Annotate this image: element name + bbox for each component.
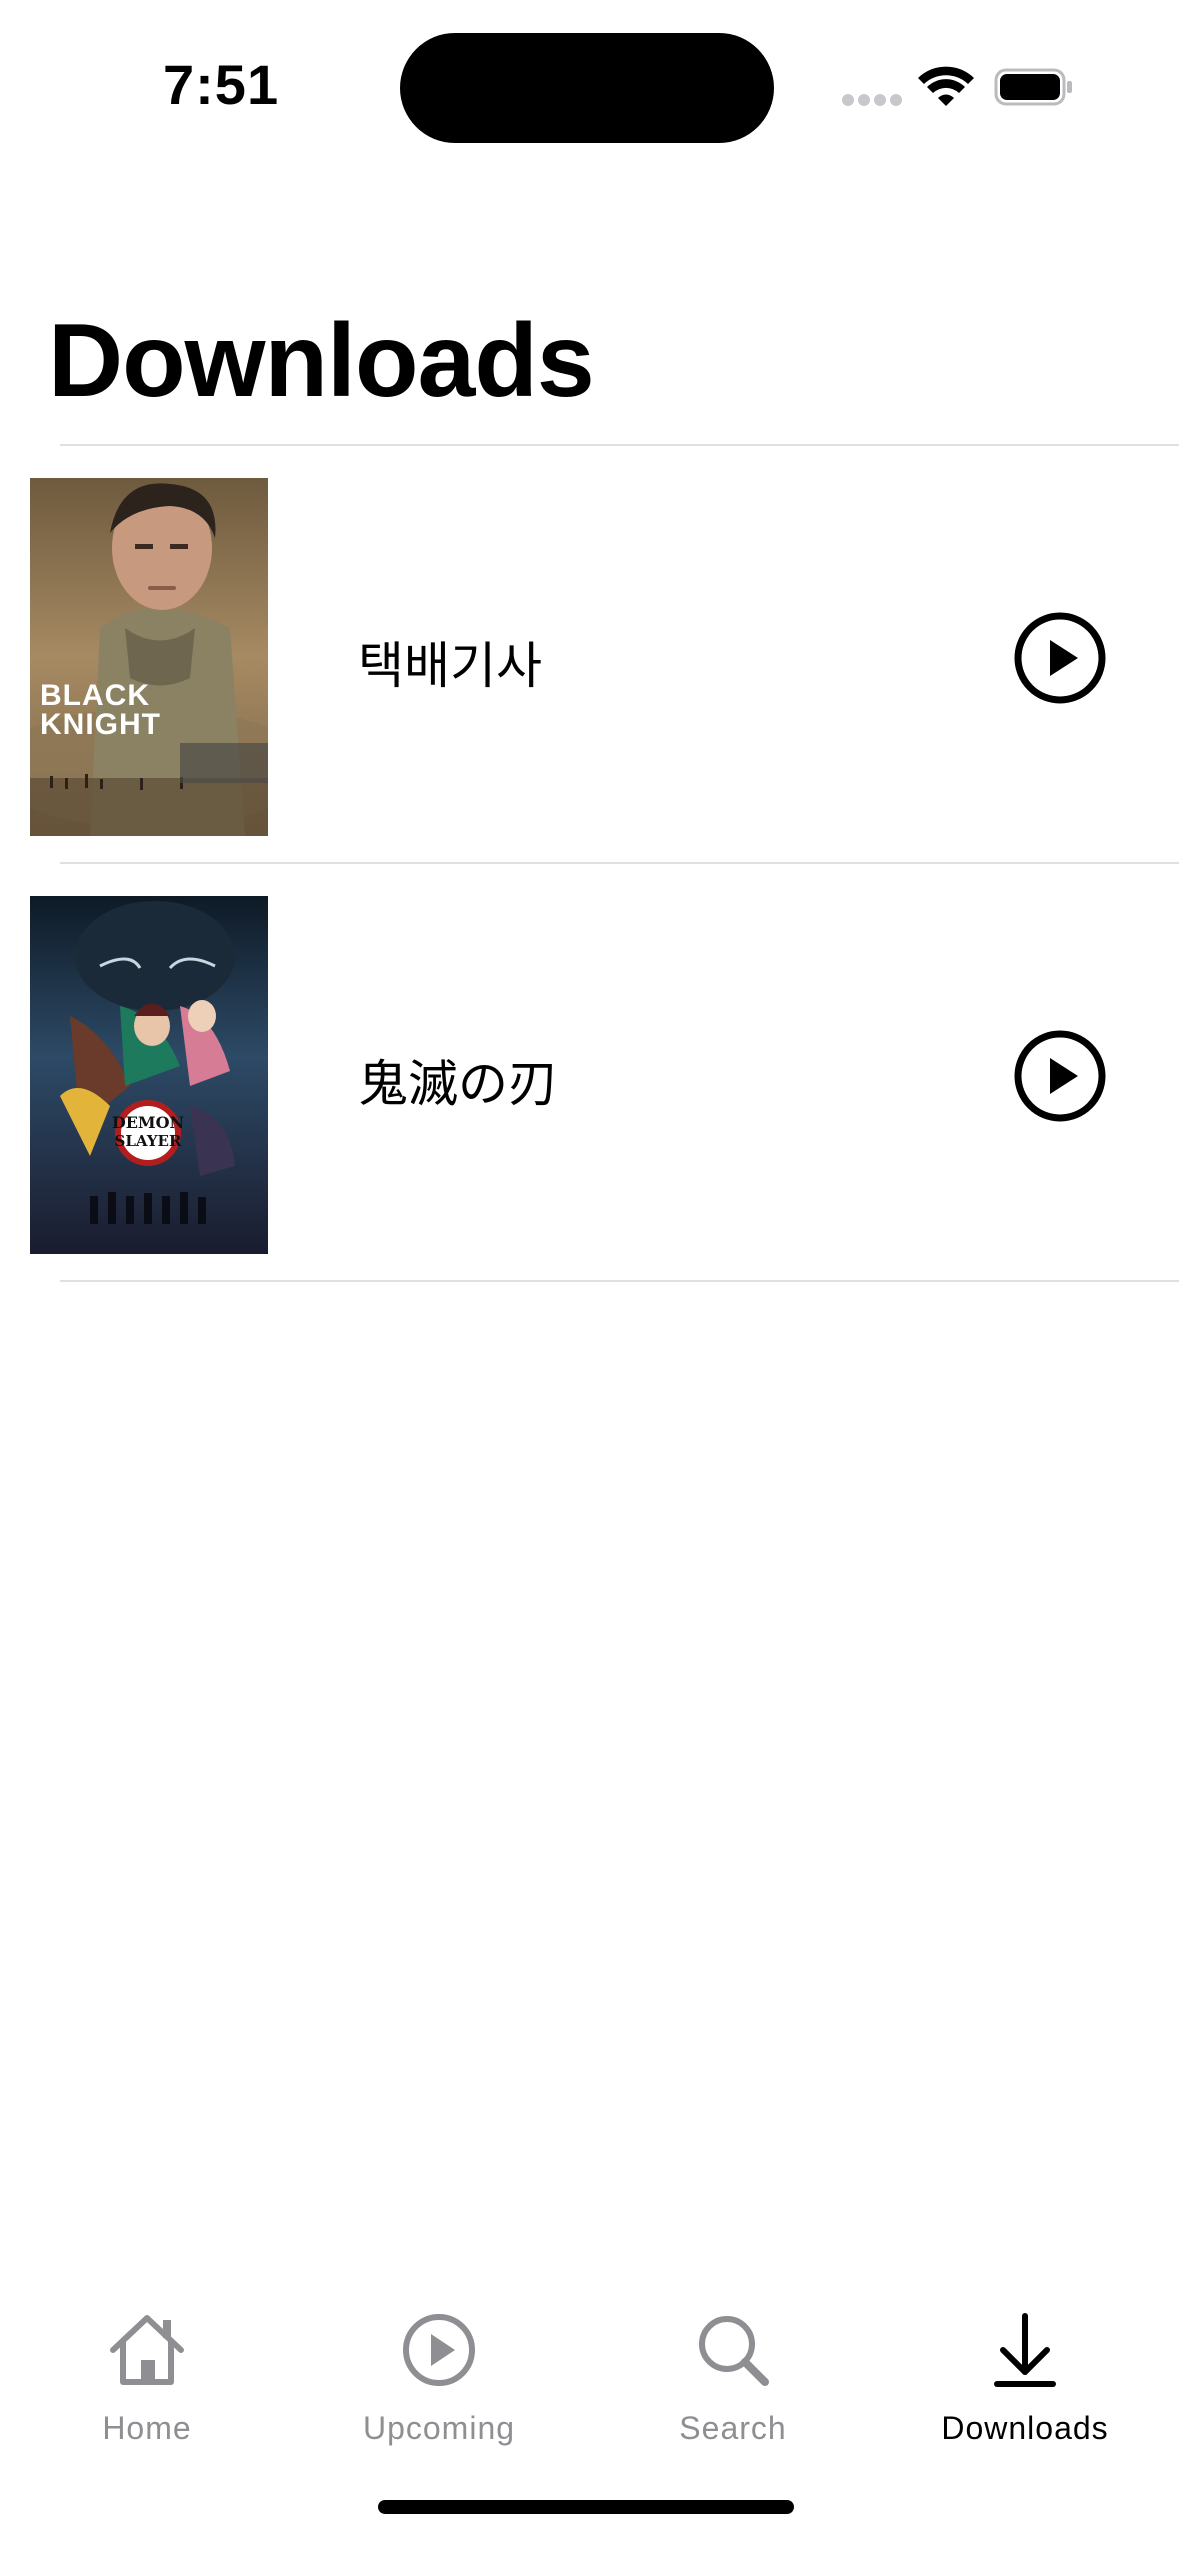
download-title: 택배기사 bbox=[358, 637, 542, 695]
home-indicator[interactable] bbox=[378, 2500, 794, 2514]
tab-downloads-label: Downloads bbox=[941, 2410, 1109, 2446]
tab-search-label: Search bbox=[679, 2410, 787, 2446]
poster-title-line2: KNIGHT bbox=[40, 708, 161, 741]
download-title: 鬼滅の刃 bbox=[358, 1055, 558, 1113]
poster-title-line1: DEMON bbox=[112, 1113, 184, 1132]
downloads-list: BLACK KNIGHT 택배기사 DEMON SLAYER 鬼滅の刃 bbox=[0, 444, 1179, 1282]
download-arrow-icon bbox=[994, 2313, 1056, 2387]
download-row[interactable]: BLACK KNIGHT 택배기사 bbox=[0, 446, 1179, 862]
play-circle-icon[interactable] bbox=[1014, 612, 1106, 704]
page-title: Downloads bbox=[48, 303, 595, 419]
dynamic-island bbox=[400, 33, 774, 143]
magnifying-glass-icon bbox=[699, 2316, 769, 2386]
wifi-icon bbox=[918, 66, 974, 106]
status-time: 7:51 bbox=[163, 53, 280, 116]
poster-image: DEMON SLAYER bbox=[30, 896, 268, 1254]
tab-home[interactable]: Home bbox=[0, 2300, 294, 2460]
tab-home-label: Home bbox=[102, 2410, 192, 2446]
download-row[interactable]: DEMON SLAYER 鬼滅の刃 bbox=[0, 864, 1179, 1280]
cellular-signal-icon bbox=[842, 94, 902, 108]
tab-upcoming-label: Upcoming bbox=[362, 2410, 516, 2446]
tab-upcoming[interactable]: Upcoming bbox=[292, 2300, 586, 2460]
battery-icon bbox=[994, 68, 1072, 106]
divider bbox=[60, 1280, 1179, 1282]
poster-image: BLACK KNIGHT bbox=[30, 478, 268, 836]
poster-title-line2: SLAYER bbox=[115, 1132, 182, 1150]
house-icon bbox=[110, 2315, 184, 2385]
tab-bar: Home Upcoming Search Downloads bbox=[0, 2300, 1179, 2480]
tab-search[interactable]: Search bbox=[586, 2300, 880, 2460]
play-circle-icon bbox=[403, 2314, 475, 2386]
play-circle-icon[interactable] bbox=[1014, 1030, 1106, 1122]
tab-downloads[interactable]: Downloads bbox=[878, 2300, 1172, 2460]
